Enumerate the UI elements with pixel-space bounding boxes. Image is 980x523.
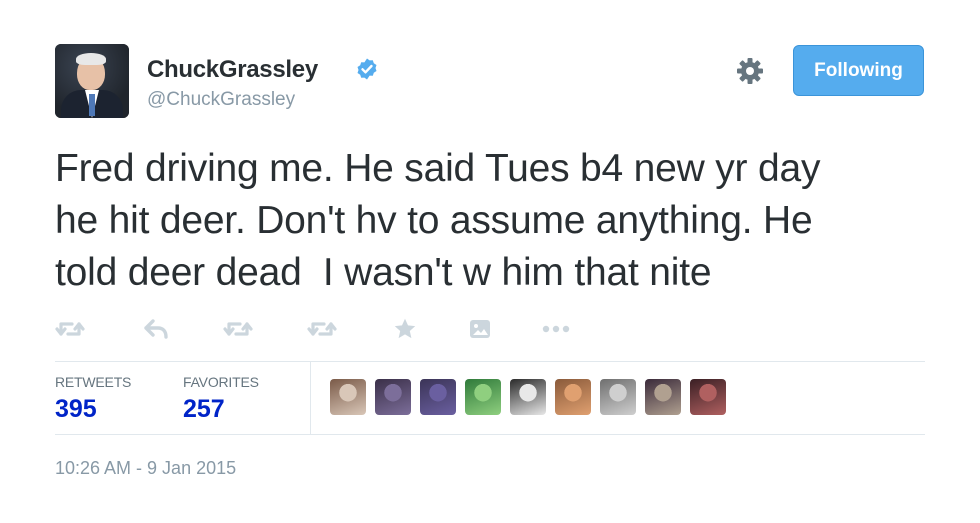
timestamp[interactable]: 10:26 AM - 9 Jan 2015 bbox=[55, 458, 236, 479]
favoriter-avatar[interactable] bbox=[690, 379, 726, 415]
gear-icon[interactable] bbox=[735, 56, 765, 86]
favorites-count[interactable]: 257 bbox=[183, 395, 225, 424]
image-icon[interactable] bbox=[465, 314, 495, 344]
favoriter-avatar[interactable] bbox=[330, 379, 366, 415]
favoriter-avatar[interactable] bbox=[510, 379, 546, 415]
verified-badge-icon bbox=[357, 58, 377, 80]
divider bbox=[55, 434, 925, 435]
following-button[interactable]: Following bbox=[793, 45, 924, 96]
user-handle[interactable]: @ChuckGrassley bbox=[147, 89, 295, 111]
retweet-icon[interactable] bbox=[55, 314, 85, 344]
retweet-icon[interactable] bbox=[307, 314, 337, 344]
favoriter-avatar[interactable] bbox=[465, 379, 501, 415]
more-icon[interactable] bbox=[541, 314, 571, 344]
retweet-icon[interactable] bbox=[223, 314, 253, 344]
retweets-count[interactable]: 395 bbox=[55, 395, 97, 424]
retweets-label: RETWEETS bbox=[55, 374, 132, 390]
favorites-label: FAVORITES bbox=[183, 374, 259, 390]
favoriter-avatar[interactable] bbox=[375, 379, 411, 415]
favoriter-avatar[interactable] bbox=[420, 379, 456, 415]
favoriter-avatar[interactable] bbox=[555, 379, 591, 415]
favoriter-avatar[interactable] bbox=[645, 379, 681, 415]
avatar[interactable] bbox=[55, 44, 129, 118]
divider bbox=[55, 361, 925, 362]
user-name[interactable]: ChuckGrassley bbox=[147, 56, 318, 84]
favoriter-avatar[interactable] bbox=[600, 379, 636, 415]
reply-icon[interactable] bbox=[141, 314, 171, 344]
stats-divider bbox=[310, 362, 311, 434]
tweet-text: Fred driving me. He said Tues b4 new yr … bbox=[55, 147, 821, 294]
star-icon[interactable] bbox=[390, 314, 420, 344]
